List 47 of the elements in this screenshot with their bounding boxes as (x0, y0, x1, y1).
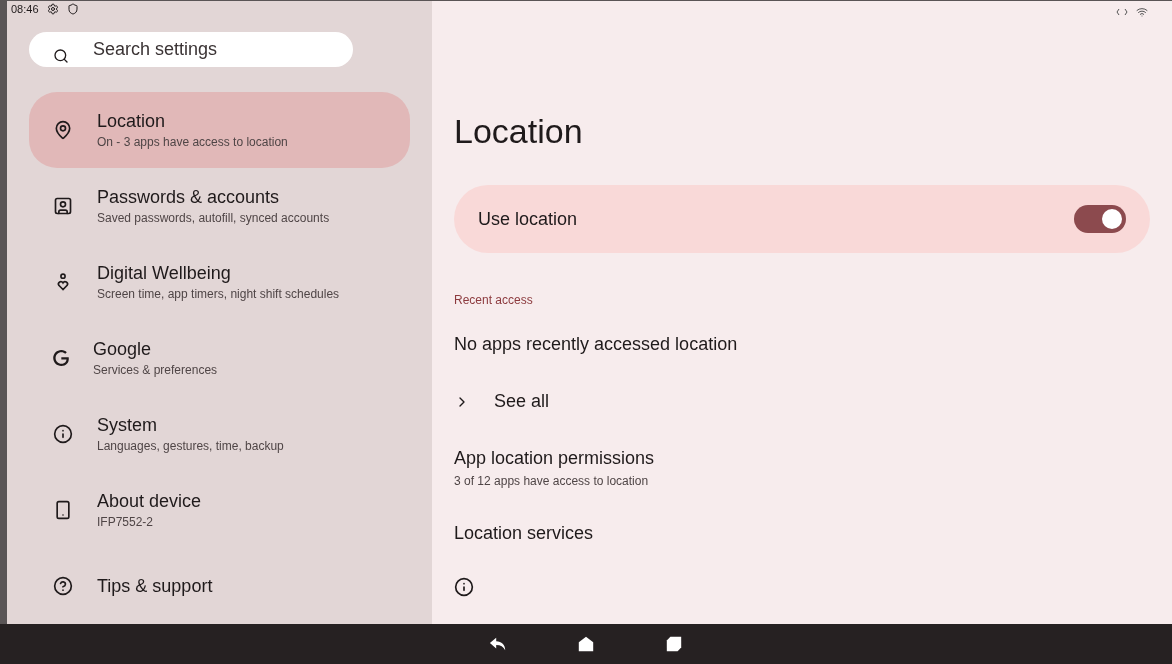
location-pin-icon (53, 120, 73, 140)
sidebar-item[interactable]: Google Services & preferences (29, 320, 410, 396)
sidebar-item[interactable]: Passwords & accounts Saved passwords, autofill, synced accounts (29, 168, 410, 244)
info-icon (454, 577, 474, 597)
sidebar-item[interactable]: Location On - 3 apps have access to location (29, 92, 410, 168)
page-title: Location (454, 111, 584, 151)
toggle-switch[interactable] (1074, 205, 1126, 233)
item-title: Digital Wellbeing (97, 262, 232, 285)
device-icon (53, 500, 73, 520)
item-title: About device (97, 490, 202, 513)
recent-access-text: No apps recently accessed location (454, 333, 739, 356)
see-all-label: See all (494, 390, 550, 413)
use-location-card[interactable]: Use location (454, 185, 1150, 253)
item-subtitle: IFP7552-2 (97, 514, 155, 531)
section-header: Recent access (454, 292, 534, 309)
sidebar-item[interactable]: System Languages, gestures, time, backup (29, 396, 410, 472)
sidebar-item[interactable]: Tips & support (29, 548, 410, 624)
network-icon (1116, 6, 1128, 18)
permissions-subtitle: 3 of 12 apps have access to location (454, 473, 650, 490)
item-subtitle: Services & preferences (93, 362, 218, 379)
item-title: System (97, 414, 158, 437)
gear-icon (46, 3, 59, 16)
item-title: Location (97, 110, 167, 133)
wifi-icon (1136, 6, 1148, 18)
g-logo-icon (53, 350, 69, 366)
account-icon (53, 196, 73, 216)
item-title: Google (93, 338, 153, 361)
home-icon[interactable] (577, 635, 595, 653)
item-subtitle: Languages, gestures, time, backup (97, 438, 284, 455)
info-icon (53, 424, 73, 444)
sidebar-item[interactable]: Digital Wellbeing Screen time, app timers, night shift schedules (29, 244, 410, 320)
search-icon (53, 47, 69, 64)
search-field[interactable]: Search settings (29, 31, 353, 67)
location-services-link[interactable]: Location services (454, 520, 1150, 547)
shield-icon (66, 3, 79, 16)
sidebar-item[interactable]: About device IFP7552-2 (29, 472, 410, 548)
see-all-row[interactable]: See all (454, 388, 550, 415)
use-location-label: Use location (478, 207, 578, 231)
clock-text: 08:46 (11, 2, 39, 17)
recents-icon[interactable] (665, 635, 683, 653)
item-subtitle: Saved passwords, autofill, synced accounts (97, 210, 330, 227)
item-subtitle: On - 3 apps have access to location (97, 134, 288, 151)
permissions-title[interactable]: App location permissions (454, 445, 1150, 472)
item-title: Passwords & accounts (97, 186, 281, 209)
item-title: Tips & support (97, 575, 213, 598)
item-subtitle: Screen time, app timers, night shift schedules (97, 286, 340, 303)
help-icon (53, 576, 73, 596)
